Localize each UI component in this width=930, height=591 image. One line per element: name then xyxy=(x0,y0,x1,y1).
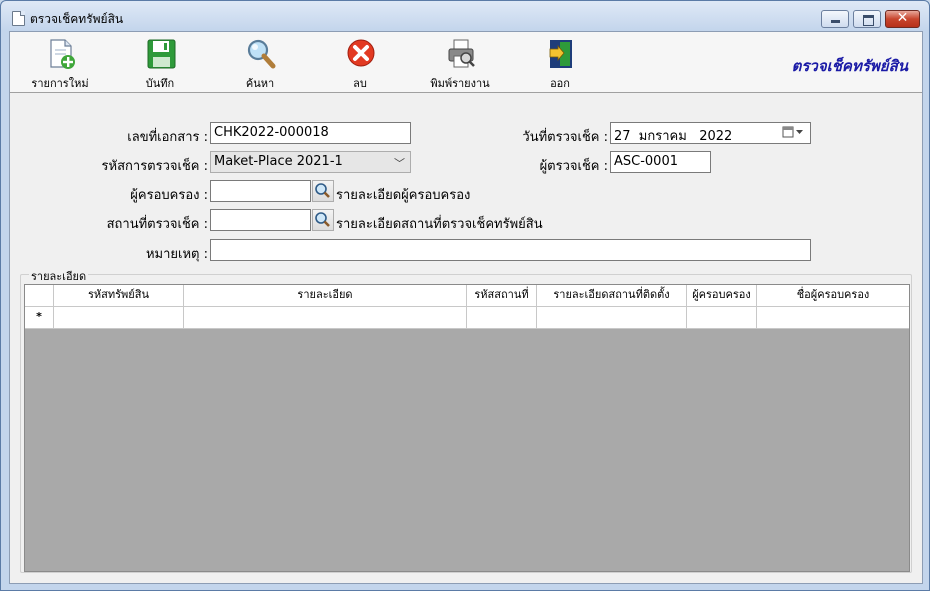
table-cell[interactable] xyxy=(54,307,184,328)
note-label: หมายเหตุ : xyxy=(145,247,208,262)
app-window: ตรวจเช็คทรัพย์สิน ✕ รายการใหม่ บันทึก ค้… xyxy=(0,0,930,591)
column-header[interactable]: รหัสสถานที่ xyxy=(467,285,537,306)
details-group-title: รายละเอียด xyxy=(29,267,89,285)
location-detail-label: รายละเอียดสถานที่ตรวจเช็คทรัพย์สิน xyxy=(336,217,543,232)
save-button[interactable]: บันทึก xyxy=(120,36,200,90)
client-area: รายการใหม่ บันทึก ค้นหา ลบ พิมพ์รายงาน อ… xyxy=(9,31,923,584)
table-cell[interactable] xyxy=(184,307,467,328)
minimize-icon xyxy=(831,20,840,23)
search-icon xyxy=(315,183,330,198)
holder-label: ผู้ครอบครอง : xyxy=(130,188,208,203)
note-field[interactable] xyxy=(210,239,811,261)
new-button[interactable]: รายการใหม่ xyxy=(20,36,100,90)
check-date-label: วันที่ตรวจเช็ค : xyxy=(522,130,608,145)
close-icon: ✕ xyxy=(896,10,909,26)
table-row[interactable]: * xyxy=(25,307,909,329)
holder-lookup-button[interactable] xyxy=(312,180,334,202)
check-date-picker[interactable]: 27 มกราคม 2022 xyxy=(610,122,811,144)
column-header[interactable]: รหัสทรัพย์สิน xyxy=(54,285,184,306)
location-lookup-button[interactable] xyxy=(312,209,334,231)
exit-icon xyxy=(549,40,572,68)
save-icon xyxy=(147,39,176,69)
document-icon xyxy=(12,11,25,26)
checker-label: ผู้ตรวจเช็ค : xyxy=(539,159,608,174)
check-code-select[interactable]: Maket-Place 2021-1 ﹀ xyxy=(210,151,411,173)
holder-detail-label: รายละเอียดผู้ครอบครอง xyxy=(336,188,471,203)
search-button[interactable]: ค้นหา xyxy=(220,36,300,90)
new-document-icon xyxy=(50,39,75,69)
check-date-value: 27 มกราคม 2022 xyxy=(614,129,733,144)
column-header[interactable]: รายละเอียดสถานที่ติดตั้ง xyxy=(537,285,687,306)
column-header[interactable]: รายละเอียด xyxy=(184,285,467,306)
doc-no-label: เลขที่เอกสาร : xyxy=(127,130,208,145)
search-icon xyxy=(315,212,330,227)
column-header[interactable]: ชื่อผู้ครอบครอง xyxy=(757,285,909,306)
minimize-button[interactable] xyxy=(821,10,849,28)
checker-field[interactable]: ASC-0001 xyxy=(610,151,711,173)
table-cell[interactable] xyxy=(537,307,687,328)
print-icon xyxy=(448,39,475,68)
table-cell[interactable] xyxy=(687,307,757,328)
title-bar[interactable]: ตรวจเช็คทรัพย์สิน ✕ xyxy=(1,1,929,31)
chevron-down-icon: ﹀ xyxy=(394,157,405,170)
check-code-value: Maket-Place 2021-1 xyxy=(214,154,343,169)
doc-no-field[interactable]: CHK2022-000018 xyxy=(210,122,411,144)
search-button-label: ค้นหา xyxy=(245,77,275,90)
maximize-button[interactable] xyxy=(853,10,881,28)
new-button-label: รายการใหม่ xyxy=(31,77,89,90)
location-label: สถานที่ตรวจเช็ค : xyxy=(106,217,208,232)
exit-button[interactable]: ออก xyxy=(520,36,600,90)
table-cell[interactable] xyxy=(757,307,909,328)
search-icon xyxy=(247,39,276,69)
toolbar: รายการใหม่ บันทึก ค้นหา ลบ พิมพ์รายงาน อ… xyxy=(10,32,922,93)
calendar-dropdown-icon xyxy=(782,126,804,142)
form-brand-title: ตรวจเช็คทรัพย์สิน xyxy=(791,57,908,75)
maximize-icon xyxy=(863,15,874,26)
close-button[interactable]: ✕ xyxy=(885,10,920,28)
table-cell[interactable] xyxy=(467,307,537,328)
save-button-label: บันทึก xyxy=(145,77,175,90)
row-header-corner xyxy=(25,285,54,306)
grid-header: รหัสทรัพย์สิน รายละเอียด รหัสสถานที่ ราย… xyxy=(25,285,909,307)
delete-icon xyxy=(347,39,375,67)
new-row-marker: * xyxy=(25,307,54,328)
column-header[interactable]: ผู้ครอบครอง xyxy=(687,285,757,306)
holder-field[interactable] xyxy=(210,180,311,202)
details-grid[interactable]: รหัสทรัพย์สิน รายละเอียด รหัสสถานที่ ราย… xyxy=(24,284,910,572)
check-code-label: รหัสการตรวจเช็ค : xyxy=(101,159,208,174)
print-report-button-label: พิมพ์รายงาน xyxy=(430,77,490,90)
delete-button[interactable]: ลบ xyxy=(320,36,400,90)
location-field[interactable] xyxy=(210,209,311,231)
window-title: ตรวจเช็คทรัพย์สิน xyxy=(30,12,124,26)
exit-button-label: ออก xyxy=(550,77,570,90)
print-report-button[interactable]: พิมพ์รายงาน xyxy=(420,36,500,90)
delete-button-label: ลบ xyxy=(353,77,367,90)
